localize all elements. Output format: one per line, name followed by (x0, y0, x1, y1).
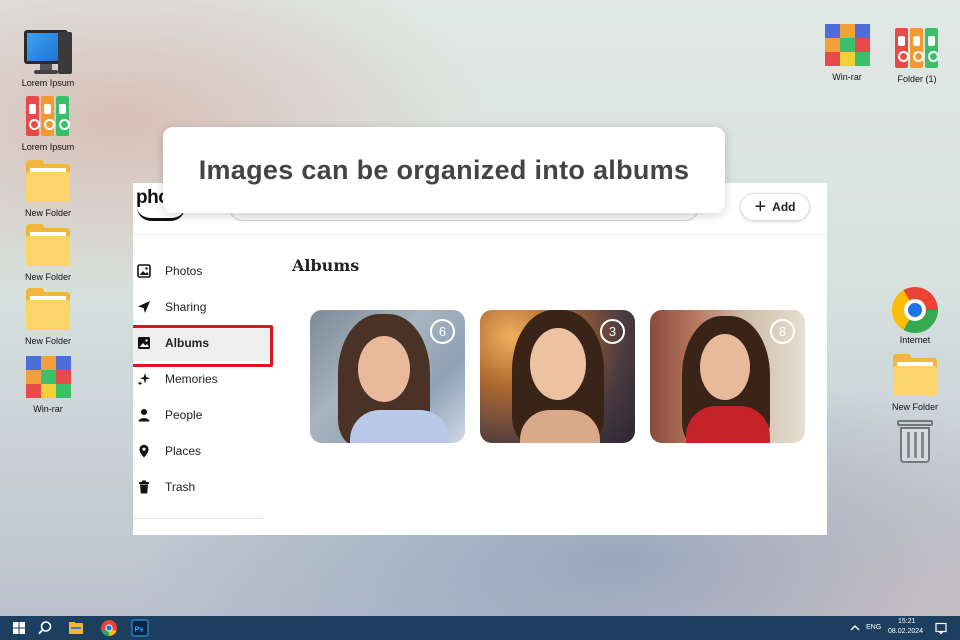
desktop-icon-label: New Folder (24, 208, 71, 218)
photoshop-icon[interactable]: Ps (131, 619, 149, 637)
desktop-icon-lorem-ipsum-2[interactable]: Lorem Ipsum (10, 92, 86, 152)
folder-icon (24, 158, 72, 206)
pin-icon (137, 444, 151, 458)
album-photo-count: 6 (430, 319, 455, 344)
person-icon (137, 408, 151, 422)
desktop-icon-label: Lorem Ipsum (21, 78, 75, 88)
windows-start-icon[interactable] (10, 619, 28, 637)
chrome-icon (892, 287, 938, 333)
language-indicator[interactable]: ENG (866, 624, 881, 631)
desktop-icon-new-folder-2[interactable]: New Folder (10, 222, 86, 282)
winrar-icon (823, 22, 871, 70)
desktop-icon-winrar-right[interactable]: Win-rar (809, 22, 885, 82)
notification-icon[interactable] (932, 619, 950, 637)
sidebar-item-albums[interactable]: Albums (133, 325, 273, 367)
desktop-icon-lorem-ipsum-1[interactable]: Lorem Ipsum (10, 28, 86, 88)
sidebar-item-label: Trash (165, 480, 196, 494)
sidebar-item-trash[interactable]: Trash (133, 469, 273, 505)
desktop-icon-label: Lorem Ipsum (21, 142, 75, 152)
winrar-icon (24, 354, 72, 402)
desktop-icon-recycle-bin[interactable] (877, 418, 953, 466)
plus-icon: + (754, 196, 767, 218)
desktop-icon-label: Win-rar (33, 404, 63, 414)
sidebar-item-label: Memories (165, 372, 218, 386)
photo-icon (137, 264, 151, 278)
desktop-icon-internet[interactable]: Internet (877, 287, 953, 345)
add-button-label: Add (772, 200, 796, 214)
sidebar-item-sharing[interactable]: Sharing (133, 289, 273, 325)
clock-time[interactable]: 15:21 (898, 618, 916, 625)
desktop-icon-winrar-left[interactable]: Win-rar (10, 354, 86, 414)
album-card[interactable]: 3 (480, 310, 635, 443)
chrome-taskbar-icon[interactable] (100, 619, 118, 637)
desktop-icon-label: Folder (1) (897, 74, 937, 84)
sidebar-item-people[interactable]: People (133, 397, 273, 433)
desktop-icon-new-folder-right[interactable]: New Folder (877, 352, 953, 412)
desktop-icon-label: New Folder (24, 336, 71, 346)
tray-chevron-up-icon[interactable] (846, 619, 864, 637)
trash-icon (891, 418, 939, 466)
send-icon (137, 300, 151, 314)
folder-icon (24, 286, 72, 334)
sidebar: Photos Sharing Albums Memories People Pl… (133, 253, 273, 505)
svg-text:Ps: Ps (135, 625, 144, 634)
trash-icon (137, 480, 151, 494)
album-card[interactable]: 8 (650, 310, 805, 443)
sidebar-item-label: Places (165, 444, 202, 458)
computer-icon (24, 28, 72, 76)
sidebar-item-label: People (165, 408, 203, 422)
desktop-icon-label: New Folder (891, 402, 938, 412)
folder-icon (24, 222, 72, 270)
sidebar-item-label: Albums (165, 336, 210, 350)
binders-icon (893, 24, 941, 72)
photos-app-window: pho + Add Photos Sharing Albums Memories… (133, 183, 827, 535)
album-photo-count: 3 (600, 319, 625, 344)
sidebar-item-memories[interactable]: Memories (133, 361, 273, 397)
desktop-icon-new-folder-3[interactable]: New Folder (10, 286, 86, 346)
album-card[interactable]: 6 (310, 310, 465, 443)
tutorial-tooltip: Images can be organized into albums (163, 127, 725, 213)
album-photo-count: 8 (770, 319, 795, 344)
clock-date[interactable]: 08.02.2024 (888, 628, 923, 635)
sidebar-item-label: Photos (165, 264, 203, 278)
sidebar-item-photos[interactable]: Photos (133, 253, 273, 289)
page-title: Albums (292, 256, 360, 275)
desktop-icon-new-folder-1[interactable]: New Folder (10, 158, 86, 218)
desktop-icon-label: New Folder (24, 272, 71, 282)
sparkles-icon (137, 372, 151, 386)
binders-icon (24, 92, 72, 140)
desktop-icon-label: Internet (899, 335, 931, 345)
add-button[interactable]: + Add (740, 193, 810, 221)
sidebar-item-label: Sharing (165, 300, 207, 314)
sidebar-divider (133, 518, 263, 519)
desktop-icon-folder-1[interactable]: Folder (1) (879, 24, 955, 84)
file-explorer-icon[interactable] (67, 619, 85, 637)
desktop-icon-label: Win-rar (832, 72, 862, 82)
folder-icon (891, 352, 939, 400)
sidebar-item-places[interactable]: Places (133, 433, 273, 469)
search-icon[interactable] (36, 619, 54, 637)
albums-icon (137, 336, 151, 350)
taskbar: Ps ENG 15:21 08.02.2024 (0, 616, 960, 640)
